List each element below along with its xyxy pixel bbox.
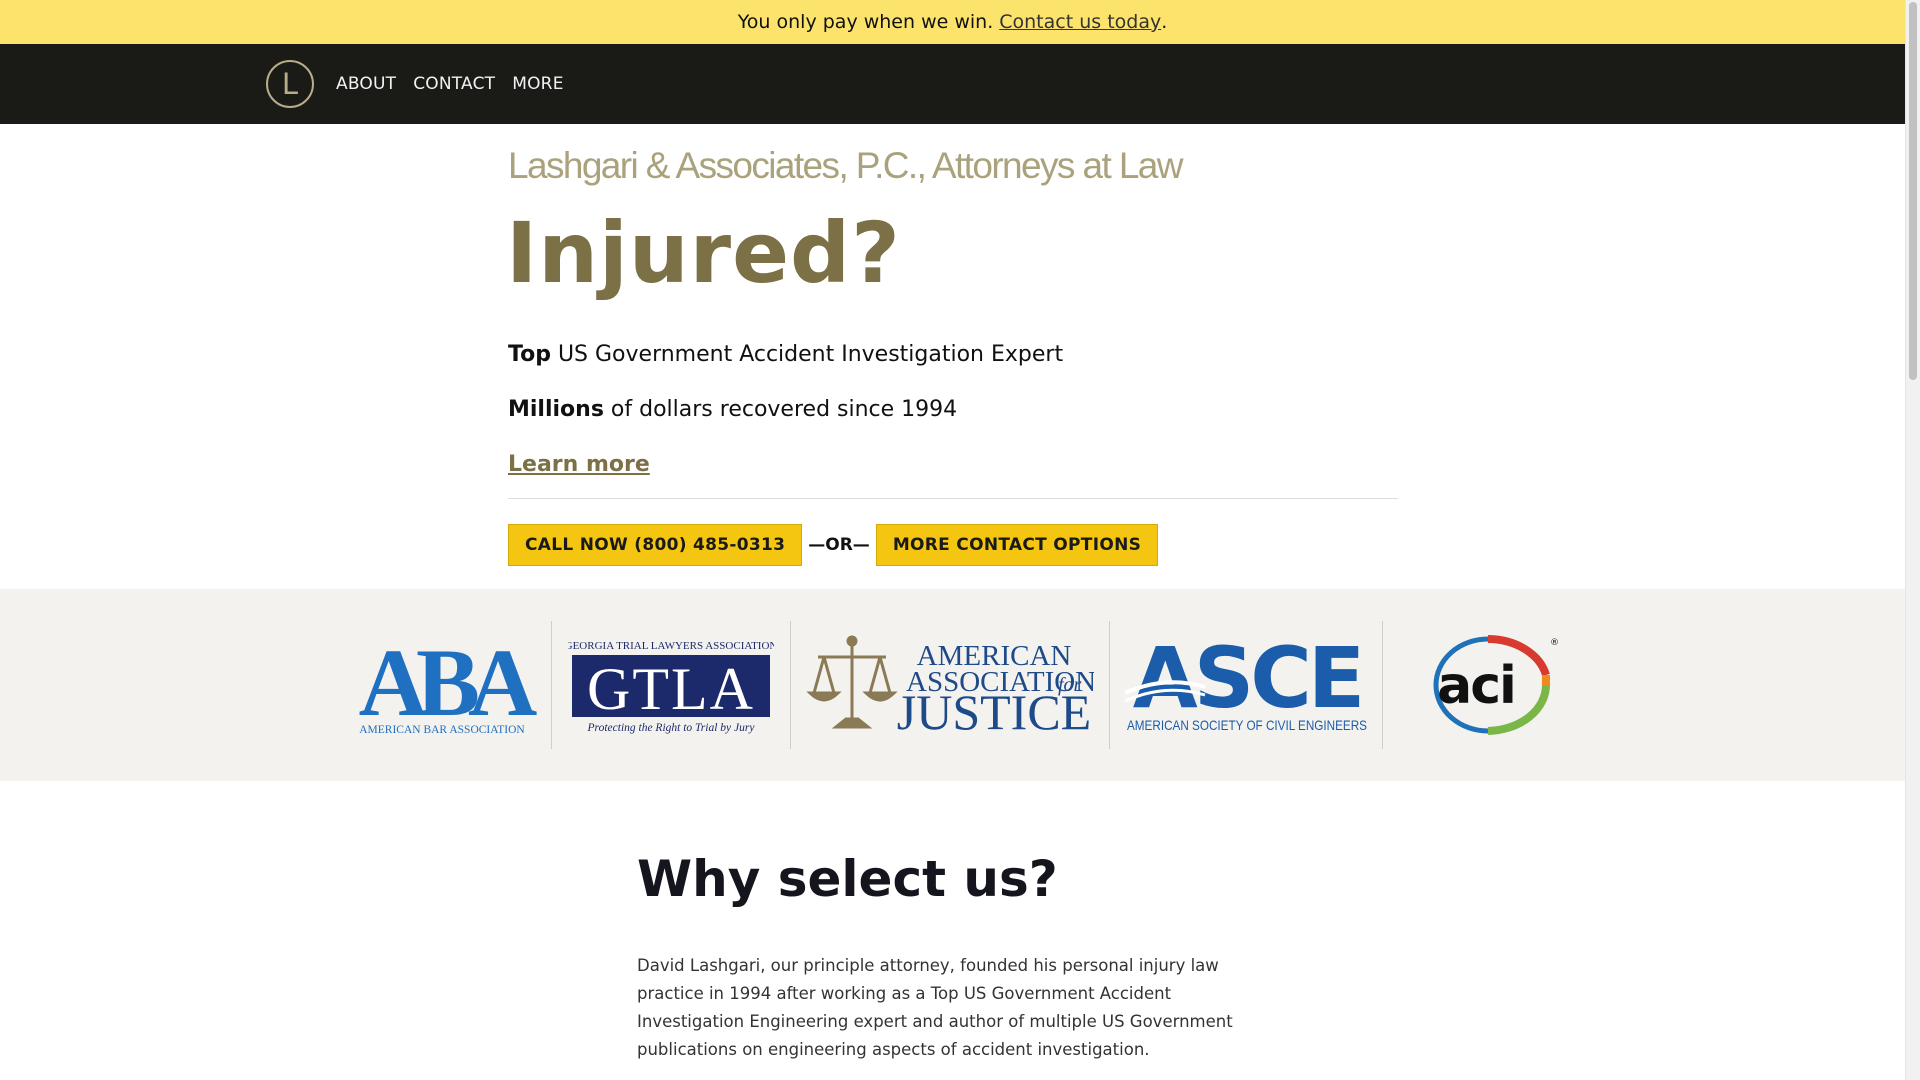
scales-of-justice-icon	[806, 635, 898, 729]
more-contact-options-button[interactable]: MORE CONTACT OPTIONS	[875, 524, 1159, 566]
hero-headline: Injured?	[506, 204, 901, 302]
claim-millions: Millions of dollars recovered since 1994	[508, 397, 957, 422]
why-select-us-body: David Lashgari, our principle attorney, …	[637, 956, 1233, 1059]
banner-text: You only pay when we win.	[737, 11, 994, 33]
gtla-tagline: Protecting the Right to Trial by Jury	[587, 722, 756, 734]
page-scrollbar[interactable]	[1905, 0, 1920, 1080]
aba-logo: ABA AMERICAN BAR ASSOCIATION	[346, 621, 538, 749]
cta-row: CALL NOW (800) 485-0313 —OR— MORE CONTAC…	[508, 524, 1159, 566]
scrollbar-thumb[interactable]	[1909, 2, 1917, 380]
gtla-logo: GEORGIA TRIAL LAWYERS ASSOCIATION GTLA P…	[566, 621, 776, 749]
aaj-logo: AMERICAN ASSOCIATION for JUSTICE	[806, 621, 1094, 749]
contact-us-today-link[interactable]: Contact us today	[999, 11, 1161, 33]
claim-top-expert: Top US Government Accident Investigation…	[508, 342, 1063, 367]
aci-emblem: aci ®	[1433, 635, 1558, 735]
main-navbar: L ABOUT CONTACT MORE	[0, 44, 1905, 124]
firm-name: Lashgari & Associates, P.C., Attorneys a…	[508, 145, 1183, 186]
aaj-emblem: AMERICAN ASSOCIATION for JUSTICE	[806, 635, 1094, 735]
asce-caption: AMERICAN SOCIETY OF CIVIL ENGINEERS	[1127, 717, 1367, 733]
nav-more[interactable]: MORE	[512, 74, 563, 94]
assoc-separator	[1109, 621, 1110, 749]
aba-mark: ABA	[359, 635, 537, 735]
assoc-separator	[551, 621, 552, 749]
why-select-us-heading: Why select us?	[637, 850, 1058, 908]
aci-logo: aci ®	[1396, 621, 1558, 749]
claim-rest: of dollars recovered since 1994	[603, 397, 958, 422]
claim-rest: US Government Accident Investigation Exp…	[550, 342, 1064, 367]
or-separator: —OR—	[808, 535, 870, 555]
claim-strong: Millions	[508, 397, 604, 422]
asce-emblem: ASCE AMERICAN SOCIETY OF CIVIL ENGINEERS	[1125, 635, 1367, 733]
claim-strong: Top	[508, 342, 551, 367]
top-banner: You only pay when we win. Contact us tod…	[0, 0, 1905, 44]
gtla-emblem: GEORGIA TRIAL LAWYERS ASSOCIATION GTLA P…	[568, 640, 774, 734]
assoc-separator	[790, 621, 791, 749]
aaj-line3: JUSTICE	[897, 684, 1091, 735]
nav-contact[interactable]: CONTACT	[413, 74, 495, 94]
aba-emblem: ABA AMERICAN BAR ASSOCIATION	[359, 635, 538, 735]
gtla-mark: GTLA	[587, 656, 755, 722]
banner-period: .	[1161, 11, 1168, 33]
aci-mark: aci	[1437, 656, 1515, 716]
asce-logo: ASCE AMERICAN SOCIETY OF CIVIL ENGINEERS	[1124, 621, 1370, 749]
logo-letter: L	[281, 67, 299, 101]
hero-section: Lashgari & Associates, P.C., Attorneys a…	[0, 124, 1905, 589]
hero-divider	[508, 498, 1398, 499]
aba-caption: AMERICAN BAR ASSOCIATION	[359, 724, 525, 735]
registered-mark: ®	[1550, 638, 1558, 648]
learn-more-link[interactable]: Learn more	[508, 452, 650, 477]
assoc-separator	[1382, 621, 1383, 749]
call-now-button[interactable]: CALL NOW (800) 485-0313	[508, 524, 803, 566]
page: You only pay when we win. Contact us tod…	[0, 0, 1905, 1080]
associations-band: ABA AMERICAN BAR ASSOCIATION GEORGIA TRI…	[0, 589, 1905, 781]
site-logo[interactable]: L	[266, 60, 314, 108]
gtla-top: GEORGIA TRIAL LAWYERS ASSOCIATION	[568, 640, 774, 652]
nav-about[interactable]: ABOUT	[336, 74, 396, 94]
